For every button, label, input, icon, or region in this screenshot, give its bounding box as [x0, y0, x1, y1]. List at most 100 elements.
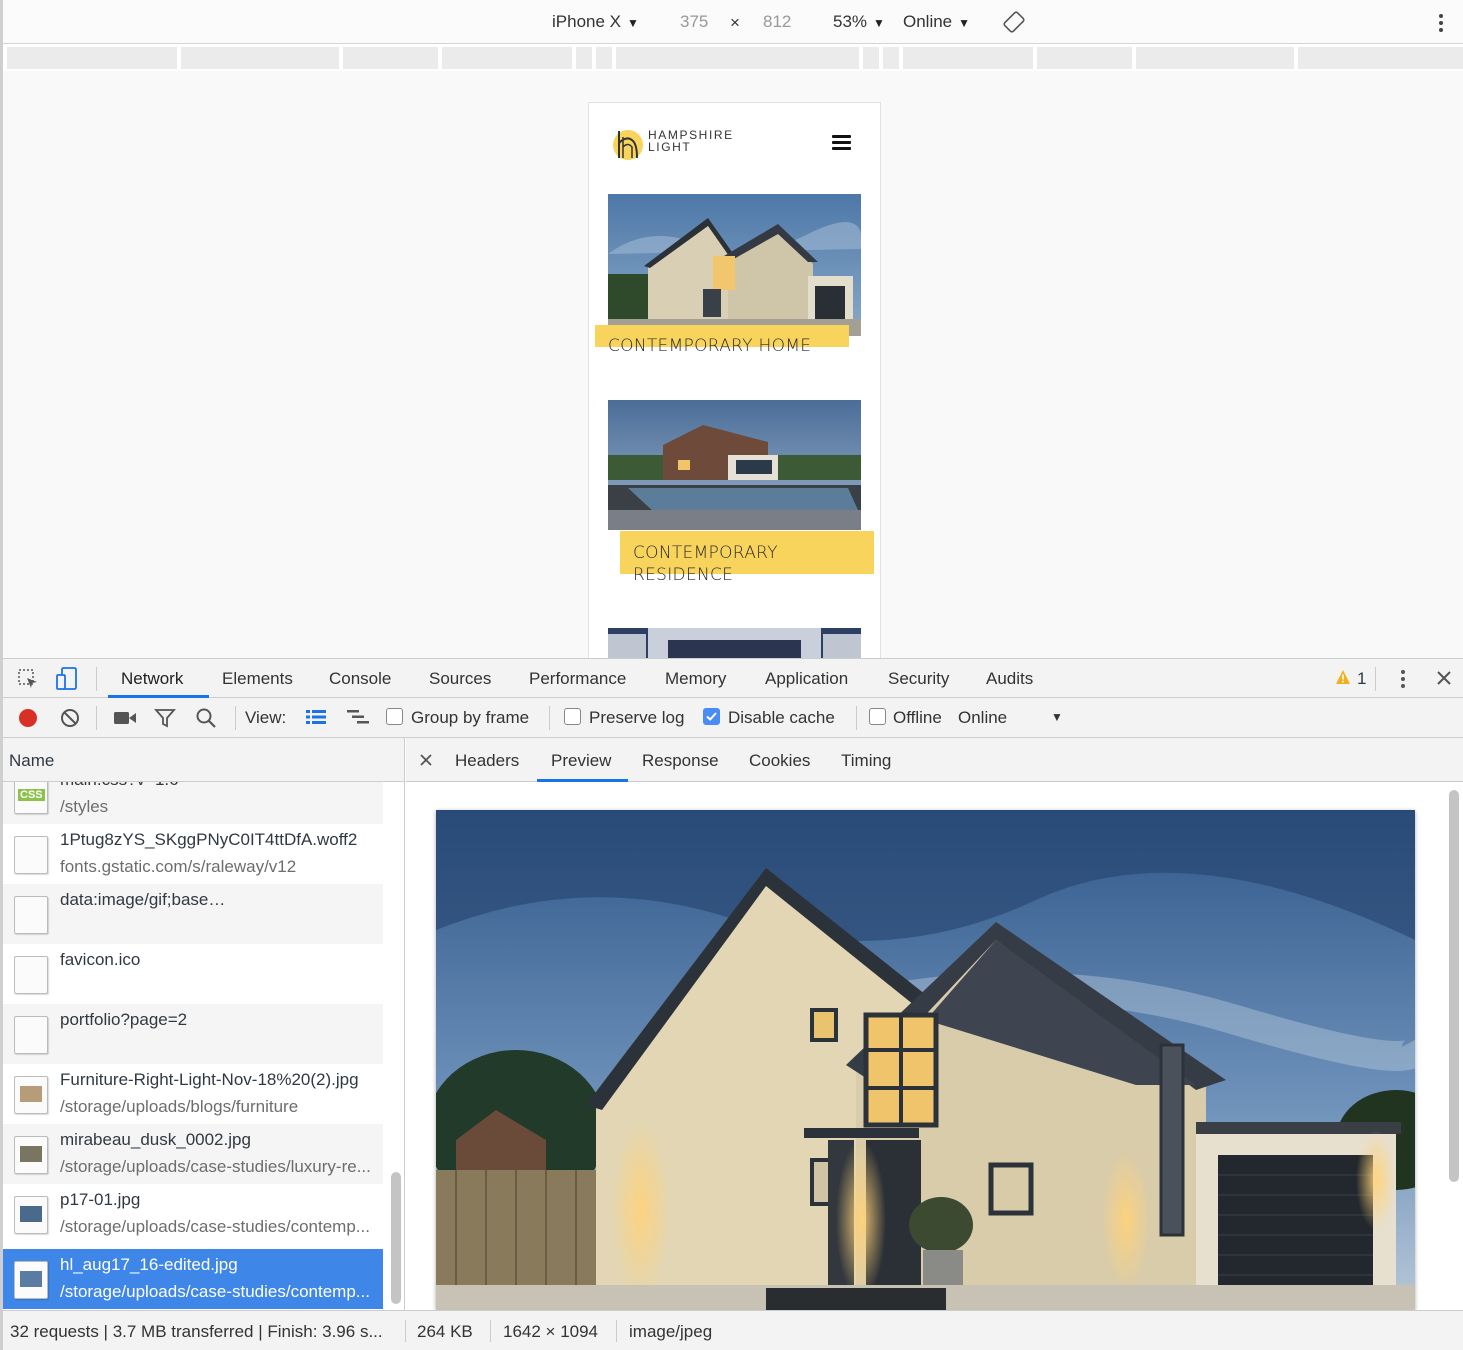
network-throttle-select[interactable]: Online ▼ — [958, 708, 1063, 728]
device-name: iPhone X — [552, 12, 621, 31]
tab-response[interactable]: Response — [642, 751, 719, 771]
hamburger-menu-icon[interactable] — [832, 135, 851, 150]
emulated-page[interactable]: HAMPSHIRE LIGHT CONTEMPORARY HOME CONTEM… — [588, 102, 881, 658]
preview-panel — [406, 782, 1463, 1310]
close-detail-icon[interactable] — [419, 752, 433, 772]
rotate-icon[interactable] — [1003, 11, 1025, 38]
request-list[interactable]: CSS main.css?v=1.6 /styles 1Ptug8zYS_SKg… — [0, 782, 405, 1310]
request-name: main.css?v=1.6 — [60, 782, 385, 790]
request-name: Furniture-Right-Light-Nov-18%20(2).jpg — [60, 1070, 359, 1089]
group-by-frame-checkbox[interactable] — [386, 708, 403, 725]
device-width-input[interactable]: 375 — [680, 12, 708, 32]
status-bar: 32 requests | 3.7 MB transferred | Finis… — [0, 1310, 1463, 1350]
filter-icon[interactable] — [154, 708, 176, 733]
preserve-log-checkbox[interactable] — [564, 708, 581, 725]
logo-text-line-2: LIGHT — [648, 140, 692, 154]
card-label-contemporary-residence[interactable]: CONTEMPORARY RESIDENCE — [620, 531, 874, 585]
warnings-counter[interactable]: 1 — [1335, 669, 1366, 690]
name-column-label: Name — [9, 751, 55, 770]
offline-label: Offline — [893, 708, 942, 727]
waterfall-overview-icon[interactable] — [346, 708, 372, 731]
detail-tab-bar: Headers Preview Response Cookies Timing — [406, 738, 1463, 782]
inspect-element-icon[interactable] — [17, 668, 39, 695]
device-toolbar: iPhone X ▼ 375 × 812 53% ▼ Online ▼ — [0, 0, 1463, 44]
file-icon — [14, 896, 48, 934]
request-list-scrollbar[interactable] — [391, 1172, 401, 1304]
device-height-input[interactable]: 812 — [763, 12, 791, 32]
tab-memory[interactable]: Memory — [665, 669, 726, 689]
request-row-selected[interactable]: hl_aug17_16-edited.jpg /storage/uploads/… — [3, 1249, 383, 1309]
name-column-header[interactable]: Name — [0, 738, 405, 782]
request-path: /storage/uploads/case-studies/luxury-re.… — [60, 1157, 371, 1176]
tab-console[interactable]: Console — [329, 669, 391, 689]
request-name: data:image/gif;base… — [60, 890, 226, 909]
request-row[interactable]: portfolio?page=2 — [3, 1004, 383, 1064]
large-rows-icon[interactable] — [305, 708, 327, 731]
zoom-value: 53% — [833, 12, 868, 31]
devtools-menu-icon[interactable] — [1399, 669, 1407, 694]
search-icon[interactable] — [195, 707, 217, 734]
request-name: mirabeau_dusk_0002.jpg — [60, 1130, 251, 1149]
tab-sources[interactable]: Sources — [429, 669, 491, 689]
card-image-contemporary-residence[interactable] — [608, 400, 861, 530]
card-label-contemporary-home[interactable]: CONTEMPORARY HOME — [595, 325, 849, 356]
zoom-select[interactable]: 53% ▼ — [833, 12, 885, 32]
tab-performance[interactable]: Performance — [529, 669, 626, 689]
request-name: portfolio?page=2 — [60, 1010, 188, 1029]
devtools-tab-bar: Network Elements Console Sources Perform… — [0, 658, 1463, 698]
request-row[interactable]: favicon.ico — [3, 944, 383, 1004]
request-row[interactable]: CSS main.css?v=1.6 /styles — [3, 782, 383, 824]
preview-scrollbar[interactable] — [1449, 790, 1459, 1182]
request-row[interactable]: mirabeau_dusk_0002.jpg /storage/uploads/… — [3, 1124, 383, 1184]
capture-screenshots-icon[interactable] — [113, 709, 137, 732]
media-query-bar[interactable] — [0, 44, 1463, 71]
close-devtools-icon[interactable] — [1435, 669, 1453, 692]
network-throttle-value: Online — [958, 708, 1008, 727]
request-row[interactable]: data:image/gif;base… — [3, 884, 383, 944]
device-toggle-icon[interactable] — [56, 667, 78, 696]
image-mime-type: image/jpeg — [629, 1322, 713, 1341]
record-icon[interactable] — [17, 707, 39, 734]
offline-checkbox[interactable] — [869, 708, 886, 725]
tab-preview[interactable]: Preview — [551, 751, 611, 771]
file-icon — [14, 1016, 48, 1054]
disable-cache-checkbox[interactable] — [703, 708, 720, 725]
logo-text: HAMPSHIRE LIGHT — [648, 129, 734, 153]
network-toolbar: View: Group by frame Preserve log Disabl… — [0, 698, 1463, 738]
request-name: hl_aug17_16-edited.jpg — [60, 1255, 238, 1274]
image-file-icon — [14, 1196, 48, 1234]
tab-security[interactable]: Security — [888, 669, 949, 689]
clear-icon[interactable] — [59, 707, 81, 734]
css-file-icon: CSS — [14, 782, 48, 814]
file-icon — [14, 836, 48, 874]
request-name: p17-01.jpg — [60, 1190, 141, 1209]
tab-headers[interactable]: Headers — [455, 751, 519, 771]
throttle-select[interactable]: Online ▼ — [903, 12, 970, 32]
card-label-text-line-2: RESIDENCE — [633, 565, 734, 585]
preserve-log-label: Preserve log — [589, 708, 685, 727]
request-name: 1Ptug8zYS_SKggPNyC0IT4ttDfA.woff2 — [60, 830, 358, 849]
tab-audits[interactable]: Audits — [986, 669, 1033, 689]
device-select[interactable]: iPhone X ▼ — [552, 12, 639, 32]
card-label-text-line-1: CONTEMPORARY — [633, 543, 778, 563]
card-image-contemporary-home[interactable] — [608, 194, 861, 336]
tab-network[interactable]: Network — [121, 669, 183, 689]
request-row[interactable]: 1Ptug8zYS_SKggPNyC0IT4ttDfA.woff2 fonts.… — [3, 824, 383, 884]
request-path: /storage/uploads/case-studies/contemp... — [60, 1282, 370, 1301]
tab-elements[interactable]: Elements — [222, 669, 293, 689]
request-name: favicon.ico — [60, 950, 141, 969]
image-size: 264 KB — [417, 1322, 473, 1341]
card-label-text: CONTEMPORARY HOME — [608, 336, 812, 356]
warning-icon — [1336, 670, 1350, 684]
request-row[interactable]: Furniture-Right-Light-Nov-18%20(2).jpg /… — [3, 1064, 383, 1124]
more-options-icon[interactable] — [1437, 12, 1445, 39]
request-path: /storage/uploads/case-studies/contemp... — [60, 1217, 370, 1236]
image-file-icon — [14, 1076, 48, 1114]
request-path: /storage/uploads/blogs/furniture — [60, 1097, 299, 1116]
tab-application[interactable]: Application — [765, 669, 848, 689]
tab-timing[interactable]: Timing — [841, 751, 891, 771]
tab-cookies[interactable]: Cookies — [749, 751, 810, 771]
card-image-third[interactable] — [608, 628, 861, 658]
request-row[interactable]: p17-01.jpg /storage/uploads/case-studies… — [3, 1184, 383, 1244]
group-by-frame-label: Group by frame — [411, 708, 530, 727]
